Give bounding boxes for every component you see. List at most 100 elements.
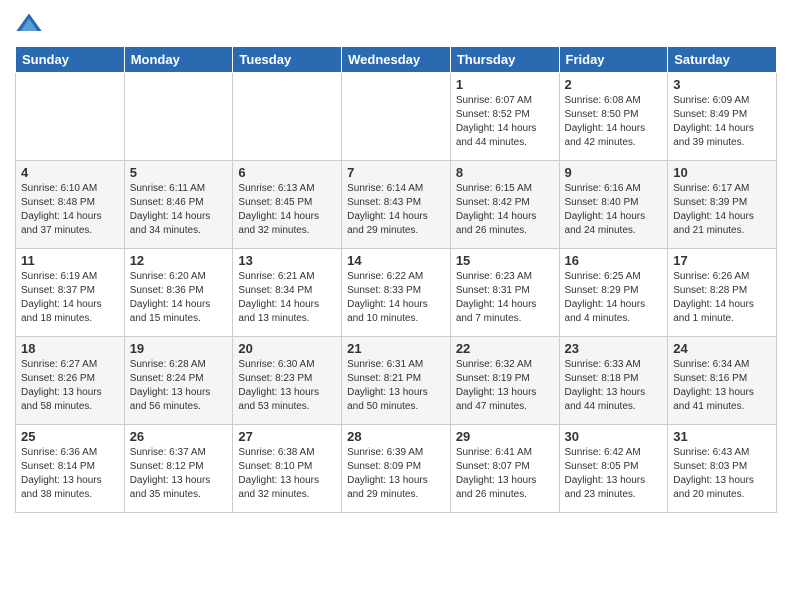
calendar-cell: 24 Sunrise: 6:34 AM Sunset: 8:16 PM Dayli…	[668, 337, 777, 425]
day-number: 13	[238, 253, 336, 268]
calendar-cell: 12 Sunrise: 6:20 AM Sunset: 8:36 PM Dayli…	[124, 249, 233, 337]
calendar-cell: 29 Sunrise: 6:41 AM Sunset: 8:07 PM Dayli…	[450, 425, 559, 513]
weekday-header-monday: Monday	[124, 47, 233, 73]
calendar-cell: 7 Sunrise: 6:14 AM Sunset: 8:43 PM Daylig…	[342, 161, 451, 249]
calendar-cell	[342, 73, 451, 161]
calendar-cell: 26 Sunrise: 6:37 AM Sunset: 8:12 PM Dayli…	[124, 425, 233, 513]
day-info: Sunrise: 6:33 AM Sunset: 8:18 PM Dayligh…	[565, 358, 663, 414]
day-info: Sunrise: 6:43 AM Sunset: 8:03 PM Dayligh…	[673, 446, 771, 502]
day-info: Sunrise: 6:39 AM Sunset: 8:09 PM Dayligh…	[347, 446, 445, 502]
logo	[15, 10, 47, 38]
week-row-4: 18Sunrise: 6:27 AM Sunset: 8:26 PM Dayli…	[16, 337, 777, 425]
calendar-cell: 5 Sunrise: 6:11 AM Sunset: 8:46 PM Daylig…	[124, 161, 233, 249]
day-number: 7	[347, 165, 445, 180]
day-number: 19	[130, 341, 228, 356]
day-number: 17	[673, 253, 771, 268]
day-info: Sunrise: 6:23 AM Sunset: 8:31 PM Dayligh…	[456, 270, 554, 326]
calendar-cell: 4Sunrise: 6:10 AM Sunset: 8:48 PM Daylig…	[16, 161, 125, 249]
calendar-cell: 16Sunrise: 6:25 AM Sunset: 8:29 PM Dayli…	[559, 249, 668, 337]
day-number: 14	[347, 253, 445, 268]
day-info: Sunrise: 6:22 AM Sunset: 8:33 PM Dayligh…	[347, 270, 445, 326]
day-number: 2	[565, 77, 663, 92]
weekday-header-row: SundayMondayTuesdayWednesdayThursdayFrid…	[16, 47, 777, 73]
day-number: 21	[347, 341, 445, 356]
day-info: Sunrise: 6:19 AM Sunset: 8:37 PM Dayligh…	[21, 270, 119, 326]
calendar-cell: 15 Sunrise: 6:23 AM Sunset: 8:31 PM Dayli…	[450, 249, 559, 337]
day-number: 25	[21, 429, 119, 444]
day-number: 11	[21, 253, 119, 268]
day-number: 16	[565, 253, 663, 268]
calendar-cell: 6Sunrise: 6:13 AM Sunset: 8:45 PM Daylig…	[233, 161, 342, 249]
day-info: Sunrise: 6:20 AM Sunset: 8:36 PM Dayligh…	[130, 270, 228, 326]
day-info: Sunrise: 6:17 AM Sunset: 8:39 PM Dayligh…	[673, 182, 771, 238]
weekday-header-saturday: Saturday	[668, 47, 777, 73]
day-info: Sunrise: 6:36 AM Sunset: 8:14 PM Dayligh…	[21, 446, 119, 502]
calendar-cell: 10Sunrise: 6:17 AM Sunset: 8:39 PM Dayli…	[668, 161, 777, 249]
day-info: Sunrise: 6:38 AM Sunset: 8:10 PM Dayligh…	[238, 446, 336, 502]
day-info: Sunrise: 6:11 AM Sunset: 8:46 PM Dayligh…	[130, 182, 228, 238]
day-number: 26	[130, 429, 228, 444]
day-number: 3	[673, 77, 771, 92]
day-info: Sunrise: 6:13 AM Sunset: 8:45 PM Dayligh…	[238, 182, 336, 238]
day-info: Sunrise: 6:08 AM Sunset: 8:50 PM Dayligh…	[565, 94, 663, 150]
day-info: Sunrise: 6:21 AM Sunset: 8:34 PM Dayligh…	[238, 270, 336, 326]
day-number: 18	[21, 341, 119, 356]
calendar-cell: 17 Sunrise: 6:26 AM Sunset: 8:28 PM Dayli…	[668, 249, 777, 337]
calendar-cell: 27 Sunrise: 6:38 AM Sunset: 8:10 PM Dayli…	[233, 425, 342, 513]
calendar-cell	[124, 73, 233, 161]
day-info: Sunrise: 6:14 AM Sunset: 8:43 PM Dayligh…	[347, 182, 445, 238]
week-row-2: 4Sunrise: 6:10 AM Sunset: 8:48 PM Daylig…	[16, 161, 777, 249]
day-number: 12	[130, 253, 228, 268]
calendar-cell	[16, 73, 125, 161]
day-info: Sunrise: 6:28 AM Sunset: 8:24 PM Dayligh…	[130, 358, 228, 414]
calendar-cell: 18Sunrise: 6:27 AM Sunset: 8:26 PM Dayli…	[16, 337, 125, 425]
calendar-cell: 2 Sunrise: 6:08 AM Sunset: 8:50 PM Daylig…	[559, 73, 668, 161]
logo-icon	[15, 10, 43, 38]
calendar-cell: 23 Sunrise: 6:33 AM Sunset: 8:18 PM Dayli…	[559, 337, 668, 425]
day-info: Sunrise: 6:07 AM Sunset: 8:52 PM Dayligh…	[456, 94, 554, 150]
calendar-page: SundayMondayTuesdayWednesdayThursdayFrid…	[0, 0, 792, 523]
day-info: Sunrise: 6:30 AM Sunset: 8:23 PM Dayligh…	[238, 358, 336, 414]
calendar-cell: 8 Sunrise: 6:15 AM Sunset: 8:42 PM Daylig…	[450, 161, 559, 249]
day-number: 30	[565, 429, 663, 444]
calendar-cell: 20Sunrise: 6:30 AM Sunset: 8:23 PM Dayli…	[233, 337, 342, 425]
day-number: 15	[456, 253, 554, 268]
day-info: Sunrise: 6:15 AM Sunset: 8:42 PM Dayligh…	[456, 182, 554, 238]
calendar-cell	[233, 73, 342, 161]
day-number: 27	[238, 429, 336, 444]
day-number: 5	[130, 165, 228, 180]
day-number: 8	[456, 165, 554, 180]
day-info: Sunrise: 6:26 AM Sunset: 8:28 PM Dayligh…	[673, 270, 771, 326]
day-info: Sunrise: 6:31 AM Sunset: 8:21 PM Dayligh…	[347, 358, 445, 414]
calendar-cell: 28 Sunrise: 6:39 AM Sunset: 8:09 PM Dayli…	[342, 425, 451, 513]
calendar-table: SundayMondayTuesdayWednesdayThursdayFrid…	[15, 46, 777, 513]
day-info: Sunrise: 6:34 AM Sunset: 8:16 PM Dayligh…	[673, 358, 771, 414]
weekday-header-sunday: Sunday	[16, 47, 125, 73]
calendar-cell: 9Sunrise: 6:16 AM Sunset: 8:40 PM Daylig…	[559, 161, 668, 249]
calendar-cell: 25 Sunrise: 6:36 AM Sunset: 8:14 PM Dayli…	[16, 425, 125, 513]
day-info: Sunrise: 6:10 AM Sunset: 8:48 PM Dayligh…	[21, 182, 119, 238]
day-info: Sunrise: 6:42 AM Sunset: 8:05 PM Dayligh…	[565, 446, 663, 502]
weekday-header-thursday: Thursday	[450, 47, 559, 73]
calendar-cell: 11 Sunrise: 6:19 AM Sunset: 8:37 PM Dayli…	[16, 249, 125, 337]
day-info: Sunrise: 6:37 AM Sunset: 8:12 PM Dayligh…	[130, 446, 228, 502]
day-info: Sunrise: 6:32 AM Sunset: 8:19 PM Dayligh…	[456, 358, 554, 414]
header	[15, 10, 777, 38]
weekday-header-tuesday: Tuesday	[233, 47, 342, 73]
day-number: 24	[673, 341, 771, 356]
calendar-cell: 1Sunrise: 6:07 AM Sunset: 8:52 PM Daylig…	[450, 73, 559, 161]
day-number: 28	[347, 429, 445, 444]
day-number: 22	[456, 341, 554, 356]
week-row-3: 11 Sunrise: 6:19 AM Sunset: 8:37 PM Dayli…	[16, 249, 777, 337]
week-row-5: 25 Sunrise: 6:36 AM Sunset: 8:14 PM Dayli…	[16, 425, 777, 513]
day-number: 31	[673, 429, 771, 444]
weekday-header-wednesday: Wednesday	[342, 47, 451, 73]
calendar-cell: 13 Sunrise: 6:21 AM Sunset: 8:34 PM Dayli…	[233, 249, 342, 337]
day-info: Sunrise: 6:41 AM Sunset: 8:07 PM Dayligh…	[456, 446, 554, 502]
day-number: 29	[456, 429, 554, 444]
weekday-header-friday: Friday	[559, 47, 668, 73]
day-info: Sunrise: 6:09 AM Sunset: 8:49 PM Dayligh…	[673, 94, 771, 150]
day-info: Sunrise: 6:16 AM Sunset: 8:40 PM Dayligh…	[565, 182, 663, 238]
calendar-cell: 19 Sunrise: 6:28 AM Sunset: 8:24 PM Dayli…	[124, 337, 233, 425]
day-number: 23	[565, 341, 663, 356]
